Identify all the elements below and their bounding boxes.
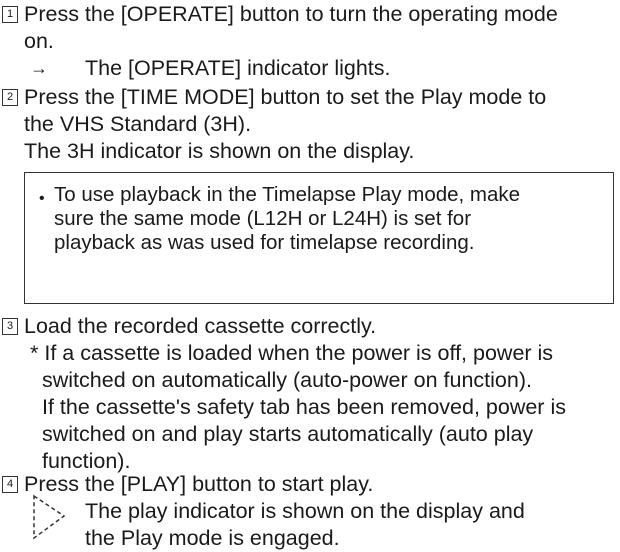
step-result: The [OPERATE] indicator lights. xyxy=(85,56,391,80)
step-number: 4 xyxy=(2,476,18,493)
play-indicator-icon xyxy=(33,494,66,540)
arrow-right-icon: → xyxy=(30,58,48,78)
step-note: If the cassette's safety tab has been re… xyxy=(42,395,566,419)
step-note: switched on and play starts automaticall… xyxy=(42,422,534,446)
step-number: 1 xyxy=(2,6,18,23)
step-number: 2 xyxy=(2,89,18,106)
step-number: 3 xyxy=(2,318,18,335)
step-text: the VHS Standard (3H). xyxy=(24,112,252,136)
step-text: on. xyxy=(24,29,54,53)
step-text: Load the recorded cassette correctly. xyxy=(24,314,377,338)
note-text: playback as was used for timelapse recor… xyxy=(54,231,475,254)
step-result: The play indicator is shown on the displ… xyxy=(85,499,525,523)
step-text: Press the [OPERATE] button to turn the o… xyxy=(24,2,558,26)
note-text: sure the same mode (L12H or L24H) is set… xyxy=(54,207,472,230)
step-text: Press the [TIME MODE] button to set the … xyxy=(24,85,547,109)
step-text: Press the [PLAY] button to start play. xyxy=(24,472,374,496)
bullet: • xyxy=(39,190,45,207)
note-box: • To use playback in the Timelapse Play … xyxy=(24,172,614,304)
step-note: switched on automatically (auto-power on… xyxy=(42,368,532,392)
step-note: * If a cassette is loaded when the power… xyxy=(30,341,554,365)
step-text: The 3H indicator is shown on the display… xyxy=(24,139,415,163)
note-text: To use playback in the Timelapse Play mo… xyxy=(54,183,521,206)
step-result: the Play mode is engaged. xyxy=(85,526,340,550)
